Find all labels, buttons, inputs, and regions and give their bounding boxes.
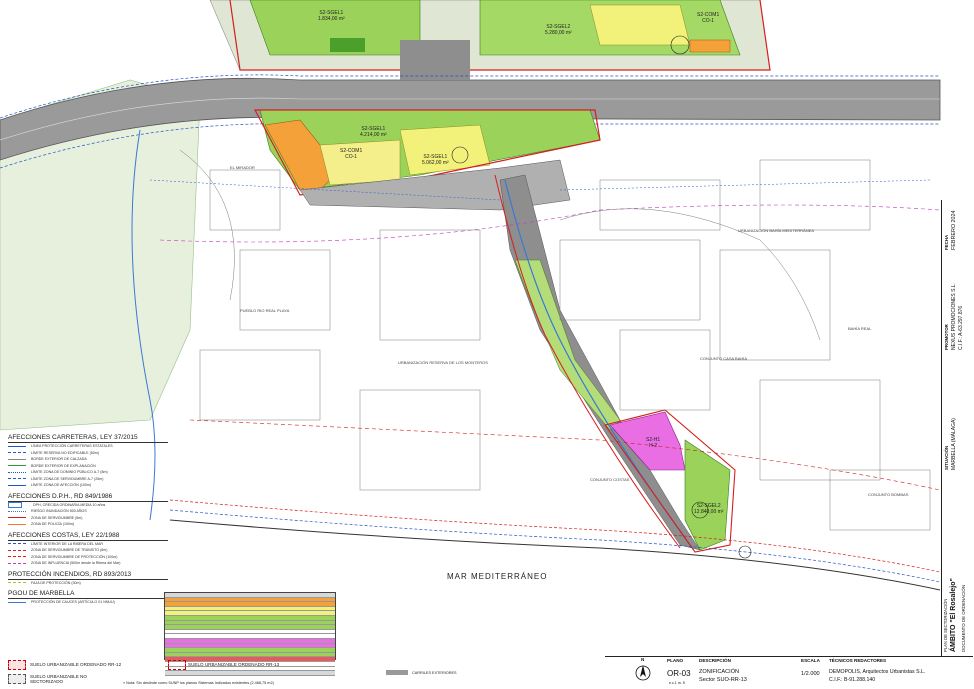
plan-title-line1: PLAN DE SECTORIZACIÓN xyxy=(943,598,948,652)
place-label-conjunto-costas: CONJUNTO COSTAS xyxy=(590,477,630,482)
place-label-bahia-mediterranea: URBANIZACIÓN BAHÍA MEDITERRÁNEA xyxy=(738,228,815,233)
zone-label: S2-SGEL1 5.062,00 m² xyxy=(422,154,449,166)
legend-no-sectorizado: SUELO URBANIZABLE NO SECTORIZADO xyxy=(30,674,87,684)
river-corridor xyxy=(499,174,701,551)
coast-red-dashed-2 xyxy=(189,419,941,491)
place-label-bahia-real: BAHÍA REAL xyxy=(848,326,872,331)
descripcion-line2: Sector SUO-RR-13 xyxy=(699,677,747,683)
zone-label: S2-COM1 CO-1 xyxy=(340,148,363,160)
zone-label: S2-H1 H-2 xyxy=(646,437,661,449)
place-label-reserva-monteros: URBANIZACIÓN RESERVA DE LOS MONTEROS xyxy=(398,360,488,365)
zone-south-green xyxy=(684,439,731,551)
zone-north-darkgreen xyxy=(330,38,365,52)
surface-summary-table xyxy=(164,592,336,676)
legend: AFECCIONES CARRETERAS, LEY 37/2015 LÍNEA… xyxy=(8,430,168,606)
zone-label: S2-SGEL2 12.840,00 m² xyxy=(694,503,724,515)
legend-swatch-rr13 xyxy=(168,660,186,670)
zone-label: S2-SGEL2 5.280,00 m² xyxy=(545,24,572,36)
plan-title-line3: DOCUMENTO DE ORDENACIÓN xyxy=(961,584,966,652)
legend-carriles: CARRILES EXTERIORES xyxy=(412,671,457,675)
legend-note: » Nota: Sin deslinde como SUNP los plano… xyxy=(123,681,274,685)
legend-title: AFECCIONES CARRETERAS, LEY 37/2015 xyxy=(8,434,168,443)
legend-title: PROTECCIÓN INCENDIOS, RD 893/2013 xyxy=(8,571,168,580)
fecha-value: FEBRERO 2024 xyxy=(951,210,957,250)
descripcion-line1: ZONIFICACIÓN xyxy=(699,669,740,675)
legend-item: ZONA DE POLICÍA (100m) xyxy=(8,521,168,528)
sector-legend: SUELO URBANIZABLE ORDENADO RR-12 SUELO U… xyxy=(8,656,508,688)
magenta-influence xyxy=(159,204,941,243)
title-block: N PLANO OR-03 e.c.1 m. 5 DESCRIPCIÓN ZON… xyxy=(605,656,973,689)
zone-label: S2-SGEL1 4.214,00 m² xyxy=(360,126,387,138)
legend-title: AFECCIONES COSTAS, LEY 22/1988 xyxy=(8,532,168,541)
place-label-pueblo-rio-real: PUEBLO RIO REAL PLAYA xyxy=(240,308,290,313)
escala-header: ESCALA xyxy=(801,658,820,663)
zone-label: S2-COM1 CO-1 xyxy=(697,12,720,24)
legend-rr13: SUELO URBANIZABLE ORDENADO RR-13 xyxy=(188,662,280,667)
place-label-el-mirador: EL MIRADOR xyxy=(230,165,255,170)
tecnicos-line1: DEMOPOLIS, Arquitectos Urbanistas S.L. xyxy=(829,669,926,675)
highway-ramp xyxy=(400,40,470,80)
promotor-line1: NEXUS PROMOCIONES S.L. xyxy=(951,283,957,350)
north-label: N xyxy=(641,657,645,662)
plan-title-line2: ÁMBITO "El Rosalejo" xyxy=(950,578,957,652)
promotor-line2: C.I.F.: A-63.297.876 xyxy=(958,305,964,350)
fecha-header: FECHA xyxy=(944,234,949,250)
north-arrow-icon xyxy=(635,665,651,681)
zone-strip-yellow-2 xyxy=(319,139,401,186)
legend-item: PROTECCIÓN DE CAUCES (ARTÍCULO 01 NNUU) xyxy=(8,599,168,606)
legend-title: PGOU DE MARBELLA xyxy=(8,590,168,599)
legend-rr12: SUELO URBANIZABLE ORDENADO RR-12 xyxy=(30,662,122,667)
tecnicos-header: TÉCNICOS REDACTORES xyxy=(829,658,887,663)
legend-swatch-carriles xyxy=(386,670,408,675)
tecnicos-line2: C.I.F.: B-91.288.140 xyxy=(829,677,876,683)
legend-item: LÍMITE ZONA DE AFECCIÓN (100m) xyxy=(8,482,168,489)
legend-swatch-no-sectorizado xyxy=(8,674,26,684)
coastline xyxy=(169,519,941,591)
zone-north-orange xyxy=(689,39,731,53)
legend-item: FAJA DE PROTECCIÓN (30m) xyxy=(8,580,168,587)
sea-label: MAR MEDITERRÁNEO xyxy=(447,572,548,581)
legend-item: ZONA DE INFLUENCIA (500m desde la Ribera… xyxy=(8,560,168,567)
situacion-header: SITUACIÓN xyxy=(944,445,949,470)
zone-label: S2-SGEL1 1.834,00 m² xyxy=(318,10,345,22)
legend-swatch-rr12 xyxy=(8,660,26,670)
side-title-panel: FECHA FEBRERO 2024 PROMOTOR NEXUS PROMOC… xyxy=(941,200,974,656)
plano-header: PLANO xyxy=(667,658,684,663)
zone-north-yellow xyxy=(589,4,691,46)
promotor-header: PROMOTOR xyxy=(944,324,949,350)
place-label-conjunto-bombas: CONJUNTO BOMBAS xyxy=(868,492,909,497)
plano-value: OR-03 xyxy=(667,669,691,678)
coast-red-dashed xyxy=(169,499,941,573)
plano-subtext: e.c.1 m. 5 xyxy=(669,681,685,685)
legend-title: AFECCIONES D.P.H., RD 849/1986 xyxy=(8,493,168,502)
situacion-value: MARBELLA (MÁLAGA) xyxy=(951,418,957,470)
escala-value: 1/2.000 xyxy=(801,671,820,677)
place-label-casa-bahia: CONJUNTO CASA BAHÍA xyxy=(700,356,748,361)
zone-strip-yellow xyxy=(399,124,491,176)
descripcion-header: DESCRIPCIÓN xyxy=(699,658,731,663)
river-green-band xyxy=(514,259,621,431)
